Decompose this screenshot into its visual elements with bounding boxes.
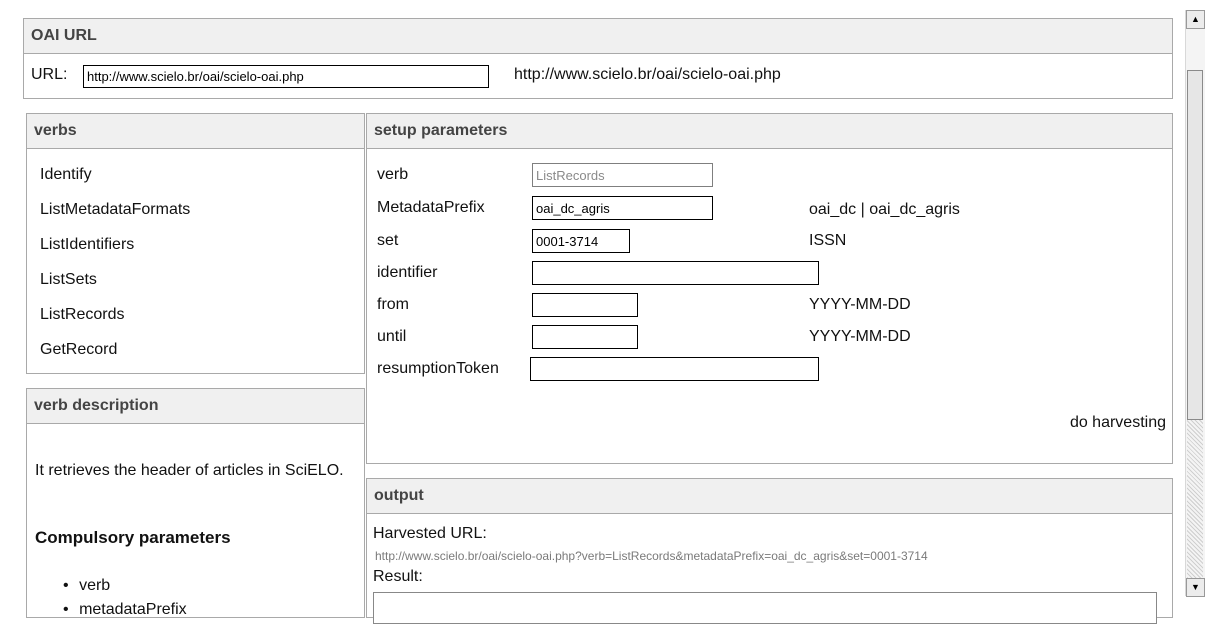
setup-parameters-panel: setup parameters verb MetadataPrefix oai… [366,113,1173,464]
metadata-prefix-hint: oai_dc | oai_dc_agris [809,201,960,218]
url-label: URL: [31,66,68,83]
verb-get-record[interactable]: GetRecord [40,341,117,359]
setup-parameters-header: setup parameters [367,114,1172,149]
resumption-token-input[interactable] [530,357,819,381]
set-hint: ISSN [809,232,847,249]
param-metadata-prefix: metadataPrefix [79,601,187,618]
resumption-token-label: resumptionToken [377,360,499,377]
metadata-prefix-input[interactable] [532,196,713,220]
verb-list-identifiers[interactable]: ListIdentifiers [40,236,134,254]
do-harvesting-button[interactable]: do harvesting [1070,414,1166,432]
verb-label: verb [377,166,409,183]
verb-list-records[interactable]: ListRecords [40,306,124,324]
verb-list-metadata-formats[interactable]: ListMetadataFormats [40,201,190,219]
set-label: set [377,232,399,249]
bullet-icon: • [63,577,69,594]
oai-url-panel: OAI URL URL: http://www.scielo.br/oai/sc… [23,18,1173,99]
set-input[interactable] [532,229,630,253]
oai-url-header: OAI URL [24,19,1172,54]
param-list-item: • verb [63,577,110,595]
scrollbar-track[interactable] [1187,420,1203,578]
scroll-up-icon[interactable]: ▲ [1186,10,1205,29]
verb-input [532,163,713,187]
from-label: from [377,296,409,313]
harvested-url: http://www.scielo.br/oai/scielo-oai.php?… [375,549,928,563]
verbs-panel: verbs Identify ListMetadataFormats ListI… [26,113,365,374]
verb-description-panel: verb description It retrieves the header… [26,388,365,618]
result-label: Result: [373,568,423,585]
until-hint: YYYY-MM-DD [809,328,911,345]
scroll-down-icon[interactable]: ▼ [1186,578,1205,597]
identifier-label: identifier [377,264,438,281]
result-textarea[interactable] [373,592,1157,624]
from-input[interactable] [532,293,638,317]
param-verb: verb [79,577,111,594]
verb-list-sets[interactable]: ListSets [40,271,97,289]
metadata-prefix-label: MetadataPrefix [377,199,485,216]
compulsory-parameters-heading: Compulsory parameters [35,528,231,547]
output-header: output [367,479,1172,514]
verb-description-header: verb description [27,389,364,424]
param-list-item: • metadataPrefix [63,601,187,619]
from-hint: YYYY-MM-DD [809,296,911,313]
until-input[interactable] [532,325,638,349]
identifier-input[interactable] [532,261,819,285]
harvested-url-label: Harvested URL: [373,525,487,542]
until-label: until [377,328,407,345]
output-panel: output Harvested URL: http://www.scielo.… [366,478,1173,624]
scrollbar-thumb[interactable] [1187,70,1203,420]
verbs-header: verbs [27,114,364,149]
vertical-scrollbar[interactable]: ▲ ▼ [1185,10,1205,597]
verb-identify[interactable]: Identify [40,166,92,184]
bullet-icon: • [63,601,69,618]
url-display: http://www.scielo.br/oai/scielo-oai.php [514,66,781,83]
url-input[interactable] [83,65,489,88]
verb-description-text: It retrieves the header of articles in S… [35,462,344,479]
